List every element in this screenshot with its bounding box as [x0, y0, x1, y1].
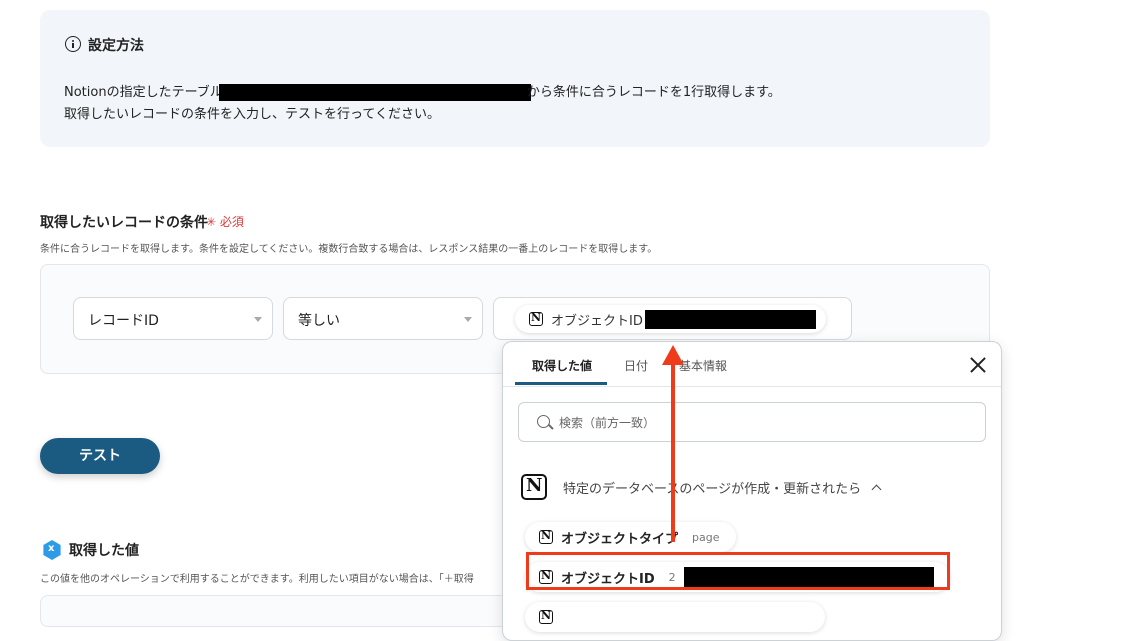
highlight-box — [526, 552, 950, 590]
output-hex-icon: x — [43, 540, 61, 560]
condition-description: 条件に合うレコードを取得します。条件を設定してください。複数行合致する場合は、レ… — [40, 244, 658, 255]
trigger-group-label: 特定のデータベースのページが作成・更新されたら — [563, 481, 862, 497]
redacted-block — [644, 309, 816, 329]
field-select[interactable]: レコードID — [73, 297, 273, 340]
trigger-group-header[interactable]: 特定のデータベースのページが作成・更新されたら — [521, 474, 882, 500]
field-select-value: レコードID — [88, 313, 159, 329]
search-icon — [537, 415, 550, 428]
value-chip-label: オブジェクトID — [551, 313, 643, 329]
tab-basic-info[interactable]: 基本情報 — [679, 357, 727, 374]
condition-section-title: 取得したいレコードの条件 — [40, 215, 208, 231]
instructions-box — [40, 10, 990, 147]
annotation-arrow-head-icon — [662, 345, 684, 365]
output-section-title: 取得した値 — [69, 543, 139, 559]
caret-down-icon — [254, 317, 262, 322]
required-badge: ✳ 必須 — [206, 215, 244, 229]
close-icon[interactable] — [969, 356, 987, 374]
notion-icon — [539, 529, 553, 544]
output-container — [40, 595, 512, 627]
operator-select-value: 等しい — [298, 313, 340, 329]
notion-icon — [521, 474, 547, 500]
info-icon — [65, 36, 81, 52]
instructions-title: 設定方法 — [88, 38, 144, 54]
search-field[interactable] — [518, 402, 986, 442]
item-name: オブジェクトタイプ — [561, 531, 679, 547]
value-picker-popup: 取得した値 日付 基本情報 特定のデータベースのページが作成・更新されたら オブ… — [502, 341, 1002, 641]
list-item-object-type[interactable]: オブジェクトタイプ page — [525, 522, 736, 552]
caret-down-icon — [464, 317, 472, 322]
value-chip[interactable]: オブジェクトID — [515, 305, 826, 333]
tab-acquired-values[interactable]: 取得した値 — [532, 357, 592, 374]
test-button[interactable]: テスト — [40, 438, 160, 474]
operator-select[interactable]: 等しい — [283, 297, 483, 340]
annotation-arrow-shaft — [671, 362, 675, 542]
item-value: page — [692, 530, 720, 544]
popup-tabs: 取得した値 日付 基本情報 — [503, 342, 1001, 387]
list-item[interactable] — [525, 602, 825, 632]
instructions-line-1: Notionの指定したテーブル から条件に合うレコードを1行取得します。 — [64, 81, 781, 101]
instructions-line-2: 取得したいレコードの条件を入力し、テストを行ってください。 — [64, 107, 440, 122]
search-input[interactable] — [557, 412, 961, 434]
tab-date[interactable]: 日付 — [624, 357, 648, 374]
output-description: この値を他のオペレーションで利用することができます。利用したい項目がない場合は、… — [40, 574, 474, 585]
instructions-line-1-end: から条件に合うレコードを1行取得します。 — [526, 85, 781, 100]
notion-icon — [529, 311, 543, 326]
active-tab-indicator — [515, 382, 607, 385]
redacted-block — [218, 84, 531, 101]
chevron-up-icon[interactable] — [871, 484, 882, 494]
notion-icon — [539, 609, 553, 624]
instructions-line-1-start: Notionの指定したテーブル — [64, 85, 223, 100]
